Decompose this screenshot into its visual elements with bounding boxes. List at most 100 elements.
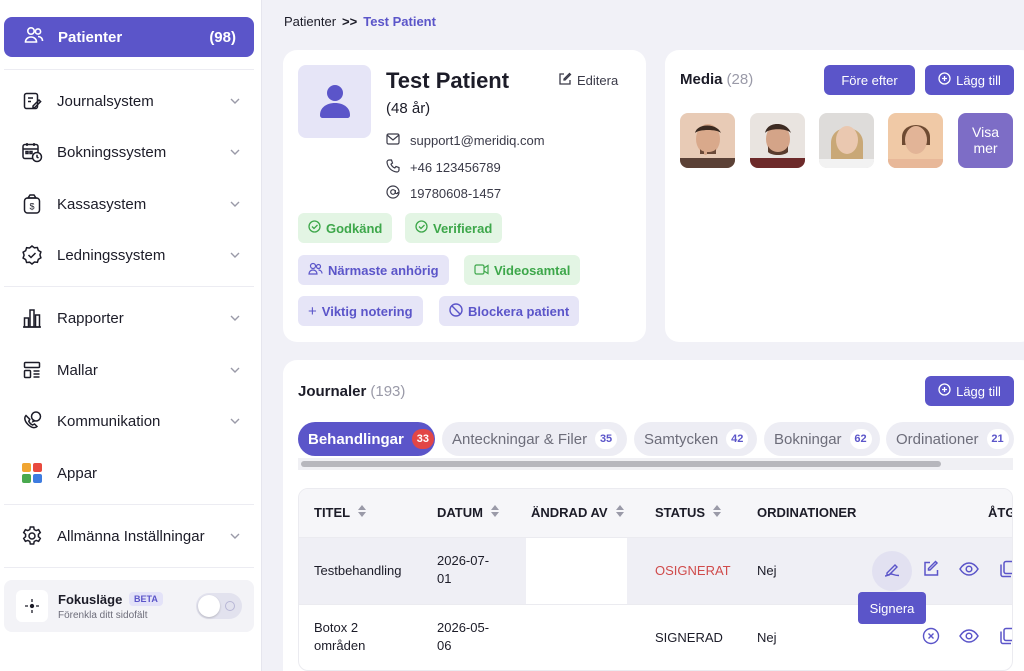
focus-mode-panel: Fokusläge BETA Förenkla ditt sidofält bbox=[4, 580, 254, 632]
breadcrumb: Patienter >> Test Patient bbox=[284, 14, 436, 29]
tab-label: Ordinationer bbox=[896, 430, 979, 448]
column-header-changed-by[interactable]: ÄNDRAD AV bbox=[531, 505, 624, 520]
calendar-clock-icon bbox=[20, 140, 44, 164]
view-row-button[interactable] bbox=[958, 560, 980, 582]
column-header-actions: ÅTG bbox=[988, 505, 1013, 520]
personal-number-value: 19780608-1457 bbox=[410, 186, 502, 201]
media-thumbnail[interactable] bbox=[888, 113, 943, 168]
sidebar-item-label: Rapporter bbox=[57, 309, 124, 327]
edit-row-button[interactable] bbox=[920, 559, 942, 582]
column-header-status[interactable]: STATUS bbox=[655, 505, 722, 520]
signature-pen-icon bbox=[883, 560, 901, 583]
mail-icon bbox=[386, 133, 400, 148]
changed-by-cell bbox=[526, 538, 627, 604]
sign-button[interactable] bbox=[872, 551, 912, 591]
media-count: (28) bbox=[726, 71, 754, 88]
chip-label: Närmaste anhörig bbox=[328, 262, 439, 278]
badge-check-icon bbox=[20, 243, 44, 267]
sidebar-item-appar[interactable]: Appar bbox=[20, 458, 242, 488]
tab-ordinationer[interactable]: Ordinationer 21 bbox=[886, 422, 1014, 456]
before-after-button[interactable]: Före efter bbox=[824, 65, 915, 95]
video-call-button[interactable]: Videosamtal bbox=[464, 255, 581, 285]
sidebar-item-kassasystem[interactable]: $ Kassasystem bbox=[20, 189, 242, 219]
tab-samtycken[interactable]: Samtycken 42 bbox=[634, 422, 757, 456]
media-title: Media (28) bbox=[680, 71, 754, 88]
add-media-button[interactable]: Lägg till bbox=[925, 65, 1014, 95]
copy-row-button[interactable] bbox=[996, 560, 1012, 582]
focus-mode-subtitle: Förenkla ditt sidofält bbox=[58, 610, 148, 621]
media-thumbnail[interactable] bbox=[750, 113, 805, 168]
money-bag-icon: $ bbox=[20, 192, 44, 216]
patient-count: (98) bbox=[209, 28, 236, 46]
divider bbox=[4, 567, 254, 568]
column-header-prescriptions: ORDINATIONER bbox=[757, 505, 857, 520]
sidebar-item-patienter[interactable]: Patienter (98) bbox=[4, 17, 254, 57]
focus-mode-toggle[interactable] bbox=[196, 593, 242, 619]
patient-age: (48 år) bbox=[386, 100, 431, 117]
tabs-scrollbar[interactable] bbox=[298, 458, 1013, 470]
column-header-title[interactable]: TITEL bbox=[314, 505, 367, 520]
edit-icon bbox=[558, 72, 572, 89]
chevron-down-icon bbox=[228, 529, 242, 543]
phone-value[interactable]: +46 123456789 bbox=[410, 160, 501, 175]
status-badge: SIGNERAD bbox=[655, 630, 723, 645]
sidebar-item-rapporter[interactable]: Rapporter bbox=[20, 303, 242, 333]
add-journal-button[interactable]: Lägg till bbox=[925, 376, 1014, 406]
revoke-row-button[interactable] bbox=[920, 627, 942, 649]
sidebar-item-ledningssystem[interactable]: Ledningssystem bbox=[20, 240, 242, 270]
apps-grid-icon bbox=[20, 461, 44, 485]
eye-icon bbox=[959, 628, 979, 648]
chevron-down-icon bbox=[228, 197, 242, 211]
media-thumbnail[interactable] bbox=[819, 113, 874, 168]
row-date: 2026-05- 06 bbox=[437, 620, 490, 653]
tab-anteckningar[interactable]: Anteckningar & Filer 35 bbox=[442, 422, 627, 456]
at-sign-icon bbox=[386, 185, 400, 202]
email-value[interactable]: support1@meridiq.com bbox=[410, 133, 545, 148]
eye-icon bbox=[959, 561, 979, 581]
sidebar-item-kommunikation[interactable]: Kommunikation bbox=[20, 406, 242, 436]
sidebar-item-journalsystem[interactable]: Journalsystem bbox=[20, 86, 242, 116]
chip-label: Viktig notering bbox=[321, 303, 413, 319]
bar-chart-icon bbox=[20, 306, 44, 330]
important-note-button[interactable]: + Viktig notering bbox=[298, 296, 423, 326]
changed-by-cell bbox=[526, 605, 627, 655]
column-header-date[interactable]: DATUM bbox=[437, 505, 499, 520]
tab-behandlingar[interactable]: Behandlingar 33 bbox=[298, 422, 435, 456]
plus-icon: + bbox=[308, 302, 317, 320]
tab-count-badge: 42 bbox=[726, 429, 749, 449]
button-label: Lägg till bbox=[956, 383, 1001, 399]
view-row-button[interactable] bbox=[958, 627, 980, 649]
copy-row-button[interactable] bbox=[996, 627, 1012, 649]
sort-icon bbox=[615, 505, 624, 520]
tab-bokningar[interactable]: Bokningar 62 bbox=[764, 422, 880, 456]
chevron-down-icon bbox=[228, 363, 242, 377]
tab-label: Bokningar bbox=[774, 430, 842, 448]
breadcrumb-separator: >> bbox=[342, 14, 358, 29]
scrollbar-thumb[interactable] bbox=[301, 461, 941, 467]
verified-chip[interactable]: Verifierad bbox=[405, 213, 503, 243]
button-label: Före efter bbox=[841, 72, 898, 88]
button-label: Lägg till bbox=[956, 72, 1001, 88]
journals-title: Journaler (193) bbox=[298, 383, 406, 400]
chevron-down-icon bbox=[228, 248, 242, 262]
edit-button[interactable]: Editera bbox=[558, 72, 618, 89]
approved-chip[interactable]: Godkänd bbox=[298, 213, 393, 243]
chip-label: Blockera patient bbox=[468, 303, 570, 319]
show-more-media-button[interactable]: Visa mer bbox=[958, 113, 1013, 168]
sidebar-item-bokningssystem[interactable]: Bokningssystem bbox=[20, 137, 242, 167]
breadcrumb-parent[interactable]: Patienter bbox=[284, 14, 336, 29]
svg-text:$: $ bbox=[29, 202, 34, 212]
block-patient-button[interactable]: Blockera patient bbox=[439, 296, 580, 326]
journal-edit-icon bbox=[20, 89, 44, 113]
sidebar-item-mallar[interactable]: Mallar bbox=[20, 355, 242, 385]
block-icon bbox=[449, 302, 463, 320]
sidebar: Patienter (98) Journalsystem Bokningssys… bbox=[0, 0, 262, 671]
chevron-down-icon bbox=[228, 311, 242, 325]
plus-circle-icon bbox=[938, 72, 951, 88]
sidebar-item-label: Appar bbox=[57, 464, 98, 482]
next-of-kin-button[interactable]: Närmaste anhörig bbox=[298, 255, 449, 285]
sidebar-item-installningar[interactable]: Allmänna Inställningar bbox=[20, 521, 242, 551]
media-thumbnail[interactable] bbox=[680, 113, 735, 168]
edit-label: Editera bbox=[577, 73, 619, 88]
tab-count-badge: 33 bbox=[411, 429, 434, 449]
